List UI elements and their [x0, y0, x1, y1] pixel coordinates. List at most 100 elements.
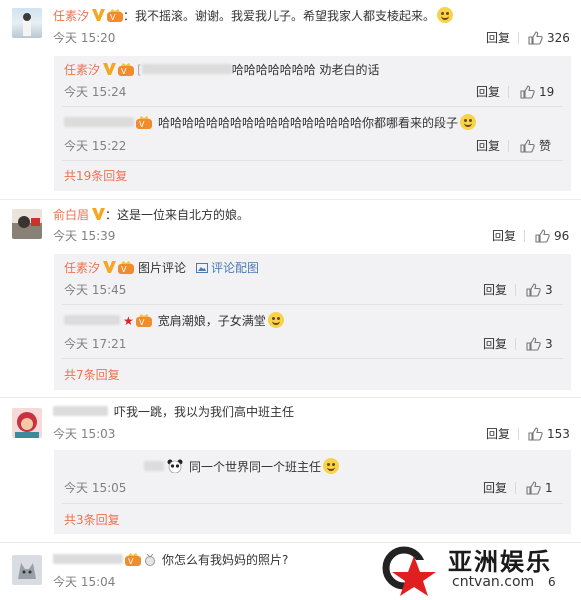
svg-text:V: V — [128, 557, 134, 566]
reply-button[interactable]: 回复 — [483, 336, 507, 352]
image-icon — [196, 263, 209, 273]
reply-line: 同一个世界同一个班主任 — [144, 458, 340, 476]
reply-button[interactable]: 回复 — [486, 426, 510, 442]
reply-line: 任素汐 V 图片评论 评论配图 — [64, 259, 259, 277]
reply-button[interactable]: 回复 — [483, 282, 507, 298]
reply-button[interactable]: 回复 — [476, 138, 500, 154]
avatar-image — [18, 563, 36, 579]
redacted-user-name[interactable] — [53, 406, 108, 416]
like-button[interactable]: 153 — [528, 426, 570, 442]
reply-text: 同一个世界同一个班主任 — [189, 460, 322, 474]
thumbs-up-icon — [535, 229, 550, 243]
redacted-text — [141, 64, 232, 74]
more-replies-link[interactable]: 共3条回复 — [64, 512, 120, 528]
reply-text: 哈哈哈哈哈哈哈 劝老白的话 — [231, 63, 380, 77]
comment-time: 今天 15:20 — [53, 31, 116, 45]
watermark-logo-icon — [382, 546, 436, 596]
divider — [515, 284, 516, 296]
like-count: 3 — [545, 337, 553, 351]
svg-text:V: V — [121, 265, 127, 274]
more-replies-link[interactable]: 共7条回复 — [64, 367, 120, 383]
like-button[interactable]: 1 — [526, 480, 553, 496]
comment-line: 吓我一跳，我以为我们高中班主任 — [53, 403, 294, 421]
comment-text: ：我不摇滚。谢谢。我爱我儿子。希望我家人都支棱起来。 — [123, 9, 436, 23]
image-comment-link[interactable]: 评论配图 — [196, 261, 259, 275]
reply-time: 今天 15:05 — [64, 481, 127, 495]
redacted-user-name[interactable] — [64, 117, 134, 127]
vip-crown-icon: V — [135, 314, 152, 327]
svg-text:V: V — [139, 318, 145, 327]
svg-text:V: V — [121, 67, 127, 76]
comment-text: ：这是一位来自北方的娘。 — [105, 208, 250, 222]
like-button[interactable]: 19 — [520, 84, 554, 100]
vip-crown-icon: V — [136, 116, 152, 129]
like-count: 赞 — [539, 139, 552, 153]
vip-crown-icon: V — [118, 261, 135, 274]
redacted-user-name[interactable] — [53, 554, 123, 564]
svg-text:V: V — [110, 13, 116, 22]
laugh-emoji-icon — [460, 114, 477, 130]
user-name[interactable]: 任素汐 — [53, 9, 89, 23]
reply-button[interactable]: 回复 — [476, 84, 500, 100]
reply-time: 今天 17:21 — [64, 337, 127, 351]
like-count: 1 — [545, 481, 553, 495]
comment-time: 今天 15:03 — [53, 427, 116, 441]
avatar[interactable] — [12, 8, 42, 38]
reply-button[interactable]: 回复 — [483, 480, 507, 496]
like-count: 326 — [547, 31, 570, 45]
reply-box: 任素汐 V 图片评论 评论配图 今天 15:45 回复 3 ★ V 宽肩潮娘，子女满堂 今… — [54, 254, 571, 390]
like-button[interactable]: 赞 — [520, 138, 551, 154]
avatar-image — [15, 412, 39, 438]
divider — [518, 428, 519, 440]
reply-text: 图片评论 — [138, 261, 187, 275]
comment-time: 今天 15:04 — [53, 575, 116, 589]
avatar[interactable] — [12, 408, 42, 438]
comment-time: 今天 15:39 — [53, 229, 116, 243]
redacted-user-name[interactable] — [64, 315, 120, 325]
divider — [62, 358, 563, 359]
divider — [518, 32, 519, 44]
svg-text:V: V — [139, 120, 145, 129]
reply-item: 任素汐 V 图片评论 评论配图 今天 15:45 回复 3 — [54, 254, 571, 304]
reply-line: V 哈哈哈哈哈哈哈哈哈哈哈哈哈哈哈哈哈你都哪看来的段子 — [64, 114, 477, 132]
divider — [515, 338, 516, 350]
like-button[interactable]: 96 — [535, 228, 569, 244]
comment-thread: 俞白眉 ：这是一位来自北方的娘。 今天 15:39 回复 96 任素汐 V 图片评论 评… — [0, 200, 581, 398]
like-button[interactable]: 3 — [526, 282, 553, 298]
user-name[interactable]: 俞白眉 — [53, 208, 89, 222]
like-button[interactable]: 3 — [526, 336, 553, 352]
verified-v-icon — [92, 8, 106, 21]
cat-emoji-icon — [323, 458, 340, 474]
verified-v-icon — [103, 62, 117, 75]
reply-line: ★ V 宽肩潮娘，子女满堂 — [64, 312, 284, 330]
like-count: 3 — [545, 283, 553, 297]
reply-item: ★ V 宽肩潮娘，子女满堂 今天 17:21 回复 3 — [54, 306, 571, 358]
reply-button[interactable]: 回复 — [492, 228, 516, 244]
reply-time: 今天 15:45 — [64, 283, 127, 297]
avatar-image — [23, 13, 31, 36]
like-count: 96 — [554, 229, 570, 243]
avatar[interactable] — [12, 555, 42, 585]
reply-item: 同一个世界同一个班主任 今天 15:05 回复 1 — [54, 450, 571, 502]
avatar[interactable] — [12, 209, 42, 239]
divider — [62, 160, 563, 161]
like-count: 153 — [547, 427, 570, 441]
user-name[interactable]: 任素汐 — [64, 261, 100, 275]
thumbs-up-icon — [520, 85, 535, 99]
thumbs-up-icon — [526, 337, 541, 351]
comment-line: V 你怎么有我妈妈的照片? — [53, 551, 288, 569]
red-star-icon: ★ — [123, 314, 134, 328]
redacted-user-name[interactable] — [144, 461, 164, 471]
thumbs-up-icon — [528, 427, 543, 441]
more-replies-link[interactable]: 共19条回复 — [64, 168, 127, 184]
thumbs-up-icon — [526, 481, 541, 495]
panda-icon — [167, 459, 183, 474]
thumbs-up-icon — [528, 31, 543, 45]
verified-v-icon — [103, 260, 117, 273]
reply-button[interactable]: 回复 — [486, 30, 510, 46]
user-name[interactable]: 任素汐 — [64, 63, 100, 77]
divider — [62, 503, 563, 504]
like-button[interactable]: 326 — [528, 30, 570, 46]
comment-thread: 任素汐 V ：我不摇滚。谢谢。我爱我儿子。希望我家人都支棱起来。 今天 15:20 … — [0, 0, 581, 200]
image-comment-label: 评论配图 — [211, 261, 260, 275]
